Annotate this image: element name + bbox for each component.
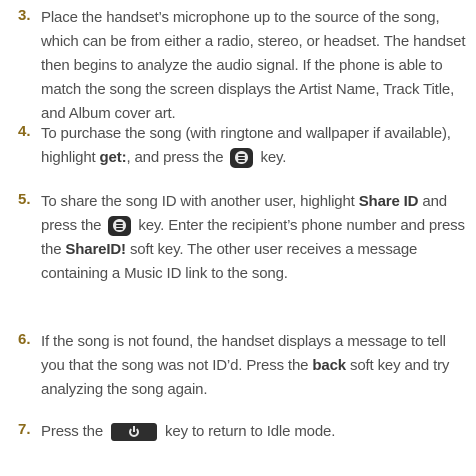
step-number: 7.	[18, 421, 31, 438]
ui-term: Share ID	[358, 193, 419, 210]
ok-key-icon	[108, 216, 132, 237]
step-text: If the song is not found, the handset di…	[41, 330, 466, 402]
step-text: Press the key to return to Idle mode.	[41, 420, 466, 444]
ui-term: get:	[99, 149, 127, 166]
step-text: Place the handset’s microphone up to the…	[41, 6, 466, 126]
step-number: 6.	[18, 331, 31, 348]
step-text: To share the song ID with another user, …	[41, 190, 466, 286]
step-text-run: , and press the	[126, 149, 228, 166]
end-key-icon	[111, 423, 158, 442]
step-text-run: To share the song ID with another user, …	[41, 193, 359, 210]
step-text-run: key to return to Idle mode.	[161, 423, 336, 440]
step-number: 4.	[18, 123, 31, 140]
step-number: 3.	[18, 7, 31, 24]
ok-key-icon	[230, 148, 254, 169]
step-text-run: Press the	[41, 423, 108, 440]
step-text-run: Place the handset’s microphone up to the…	[41, 9, 466, 122]
step-text: To purchase the song (with ringtone and …	[41, 122, 466, 170]
ui-term: ShareID!	[65, 241, 126, 258]
step-number: 5.	[18, 191, 31, 208]
ui-term: back	[312, 357, 346, 374]
step-text-run: key.	[256, 149, 287, 166]
